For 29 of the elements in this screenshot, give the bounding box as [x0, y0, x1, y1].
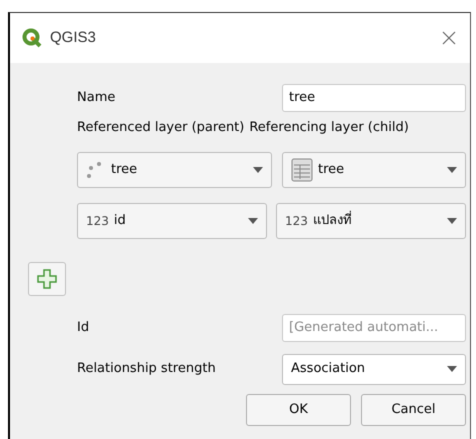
caret-icon [447, 218, 457, 224]
strength-dropdown[interactable]: Association [282, 354, 466, 384]
ok-button[interactable]: OK [246, 394, 351, 426]
field-name: แปลงที่ [312, 210, 352, 230]
name-field[interactable]: tree [282, 84, 466, 112]
field-dropdown[interactable]: 123 id [77, 202, 267, 238]
plus-icon [37, 268, 57, 288]
close-icon[interactable] [442, 31, 456, 45]
column-header: Referencing layer (child) [249, 119, 409, 137]
column-header: Referenced layer (parent) [77, 119, 244, 137]
field-dropdown[interactable]: 123 แปลงที่ [276, 202, 466, 238]
add-button[interactable] [28, 262, 66, 296]
field-label: Id [77, 318, 90, 337]
layer-dropdown[interactable]: tree [77, 152, 272, 188]
id-field[interactable]: [Generated automati... [282, 314, 466, 342]
field-label: Relationship strength [77, 360, 217, 378]
cancel-button[interactable]: Cancel [361, 394, 466, 426]
field-label: Name [77, 89, 116, 108]
table-icon [291, 158, 313, 182]
field-type-label: 123 [86, 212, 109, 230]
window-title: QGIS3 [50, 28, 96, 48]
caret-icon [248, 218, 258, 224]
field-name: id [114, 212, 126, 230]
caret-icon [447, 366, 457, 372]
layer-dropdown[interactable]: tree [282, 152, 466, 188]
app-logo-icon [22, 28, 42, 48]
caret-icon [447, 166, 457, 172]
field-type-label: 123 [285, 212, 308, 230]
caret-icon [253, 166, 263, 172]
